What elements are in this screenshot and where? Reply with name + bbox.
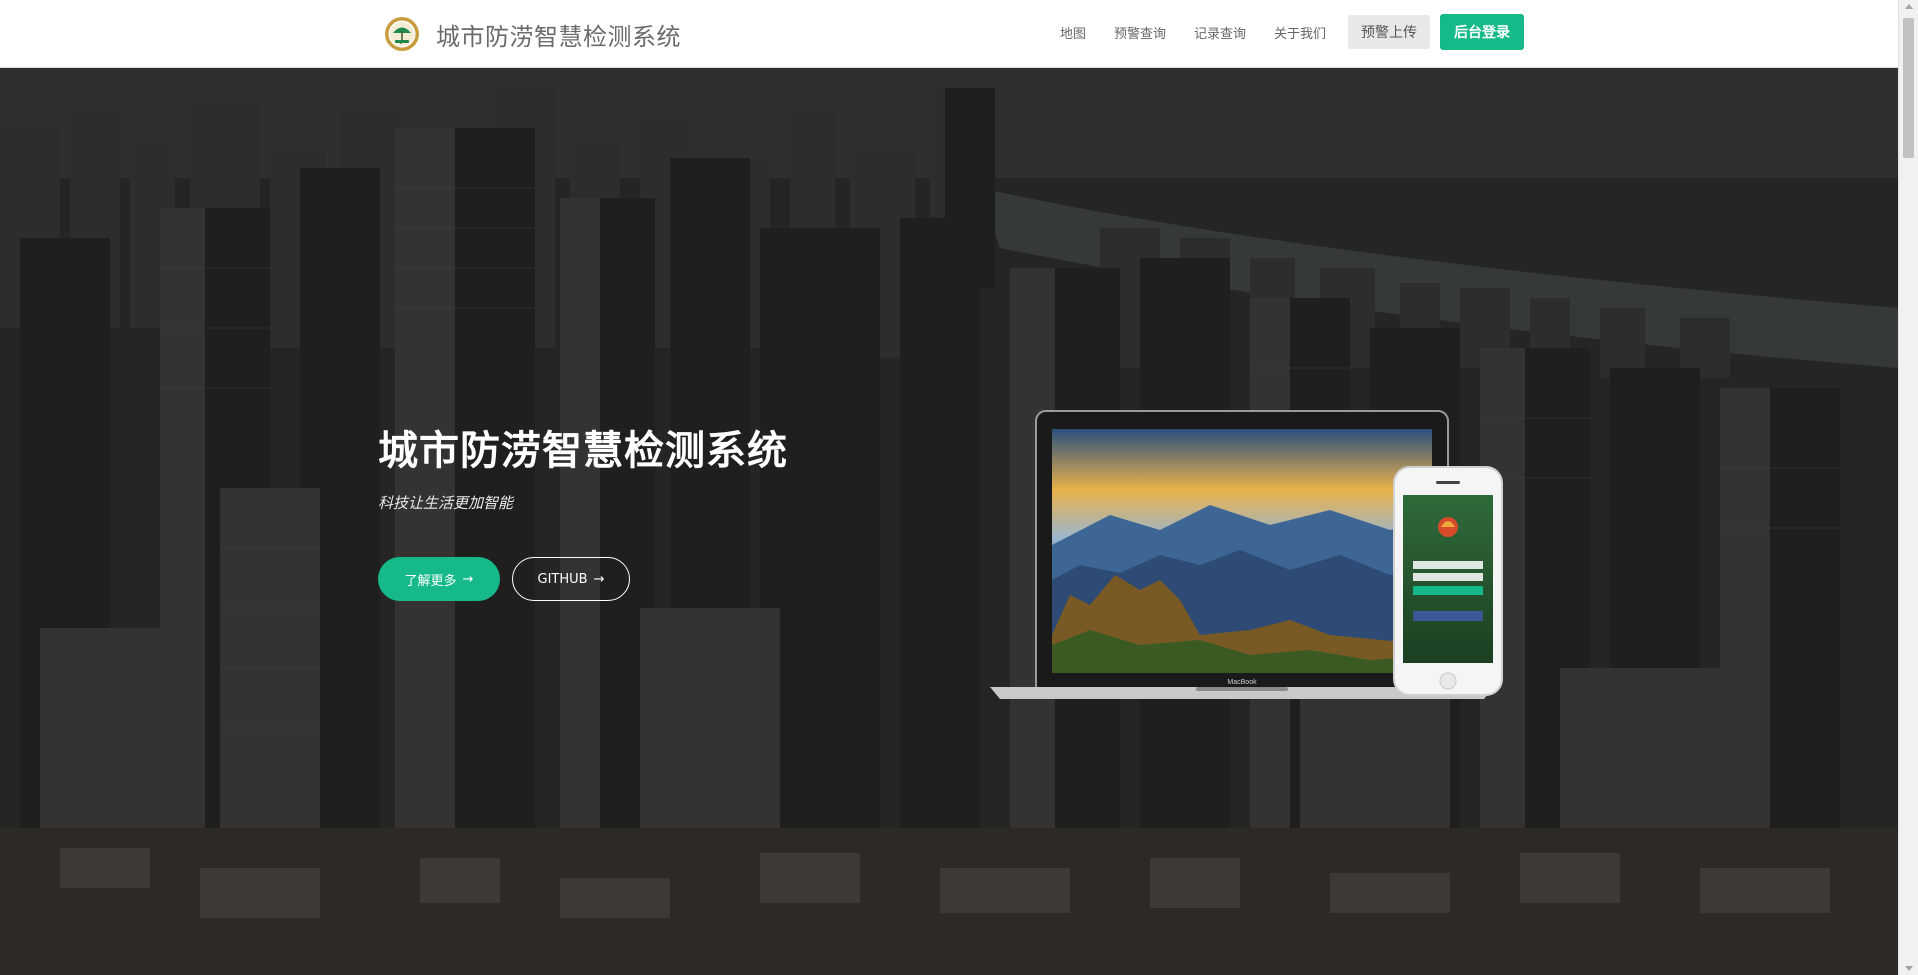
nav-link-map[interactable]: 地图: [1060, 23, 1086, 42]
umbrella-logo-icon: [385, 17, 419, 51]
brand-link[interactable]: 城市防涝智慧检测系统: [384, 14, 681, 54]
hero-title: 城市防涝智慧检测系统: [378, 428, 788, 474]
github-button[interactable]: GITHUB →: [512, 557, 630, 601]
device-mockup-image: MacBook: [990, 410, 1503, 699]
hero-section: [0, 68, 1898, 975]
github-label: GITHUB: [537, 571, 588, 587]
page: 城市防涝智慧检测系统 地图 预警查询 记录查询 关于我们 预警上传 后台登录 城…: [0, 0, 1918, 975]
scroll-down-icon[interactable]: [1905, 966, 1913, 971]
arrow-right-icon: →: [593, 571, 605, 587]
arrow-right-icon: →: [462, 571, 474, 587]
nav-links: 地图 预警查询 记录查询 关于我们: [1060, 14, 1354, 50]
brand-title: 城市防涝智慧检测系统: [436, 22, 681, 51]
learn-more-label: 了解更多: [404, 573, 457, 589]
learn-more-button[interactable]: 了解更多 →: [378, 557, 500, 601]
alert-upload-button[interactable]: 预警上传: [1348, 15, 1430, 49]
laptop-brand-label: MacBook: [1227, 679, 1257, 686]
nav-link-alert-query[interactable]: 预警查询: [1114, 23, 1166, 42]
nav-link-record-query[interactable]: 记录查询: [1194, 23, 1246, 42]
nav-link-about[interactable]: 关于我们: [1274, 23, 1326, 42]
scrollbar-thumb[interactable]: [1903, 18, 1914, 158]
admin-login-button[interactable]: 后台登录: [1440, 14, 1524, 50]
scroll-up-icon[interactable]: [1905, 4, 1913, 9]
hero-subtitle: 科技让生活更加智能: [378, 494, 514, 512]
hero-dark-overlay: [0, 68, 1898, 975]
top-navbar: 城市防涝智慧检测系统 地图 预警查询 记录查询 关于我们 预警上传 后台登录: [0, 0, 1898, 68]
page-scrollbar[interactable]: [1898, 0, 1918, 975]
